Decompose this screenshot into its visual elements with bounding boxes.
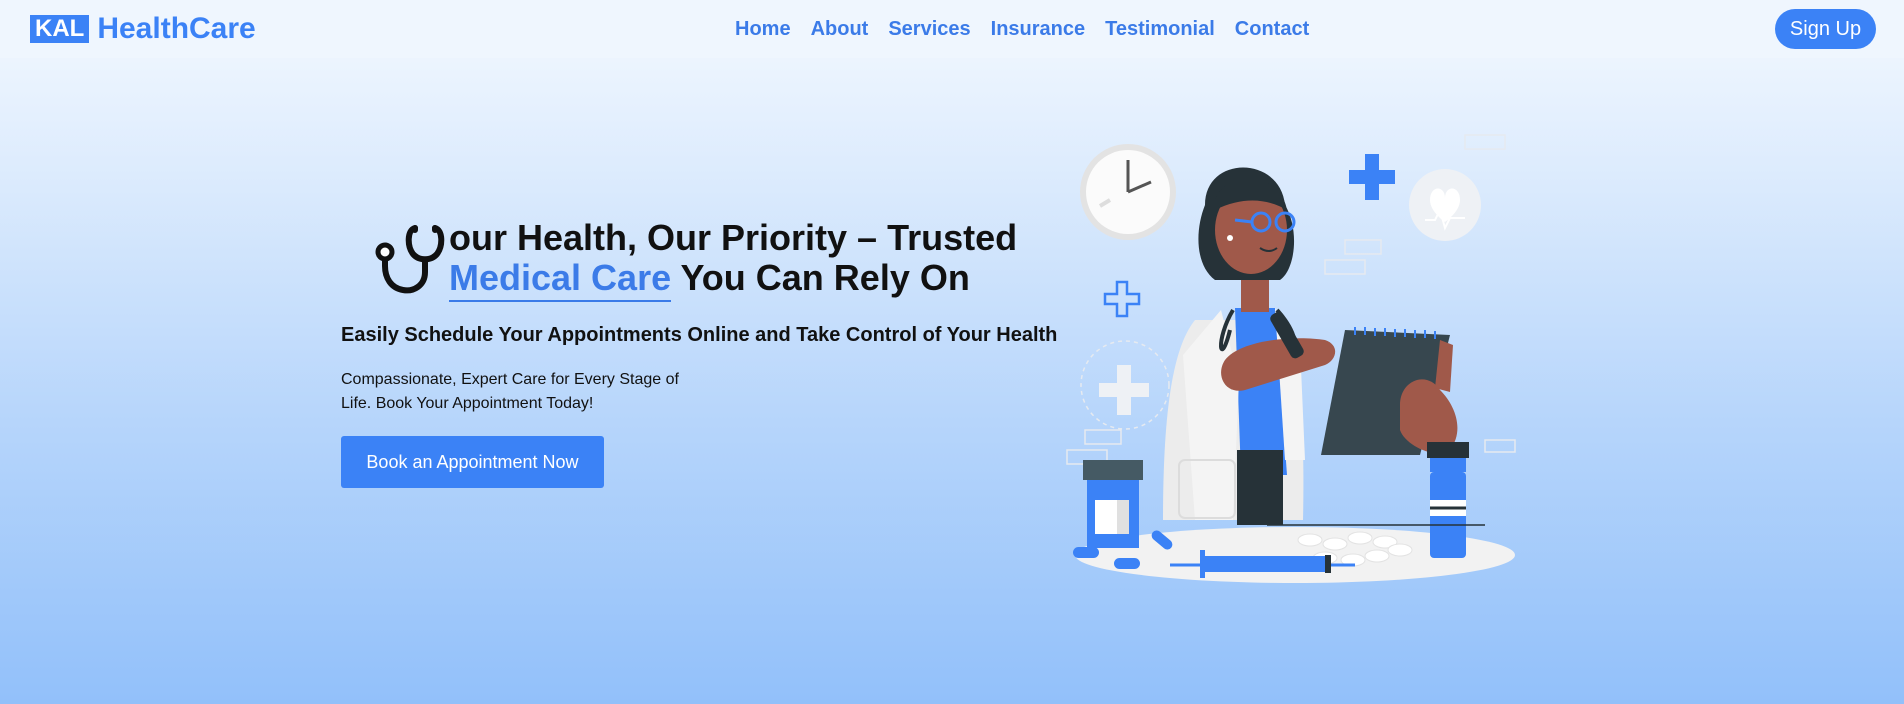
- nav-link-home[interactable]: Home: [735, 17, 791, 41]
- nav-link-insurance[interactable]: Insurance: [991, 17, 1085, 41]
- nav-link-contact[interactable]: Contact: [1235, 17, 1309, 41]
- brand-name: HealthCare: [97, 12, 256, 45]
- sign-up-button[interactable]: Sign Up: [1775, 9, 1876, 49]
- hero-title-line1: our Health, Our Priority – Trusted: [449, 217, 1018, 258]
- brand-badge: KAL: [30, 15, 90, 43]
- nav-link-testimonial[interactable]: Testimonial: [1105, 17, 1215, 41]
- doctor-illustration: [1066, 134, 1516, 583]
- hero-title-accent: Medical Care: [449, 257, 672, 302]
- top-navbar: KAL HealthCare Home About Services Insur…: [0, 0, 1904, 58]
- hero-title: our Health, Our Priority – Trusted Medic…: [449, 217, 1018, 302]
- hero-description: Compassionate, Expert Care for Every Sta…: [341, 371, 679, 412]
- nav-link-about[interactable]: About: [811, 17, 869, 41]
- brand-logo[interactable]: KAL HealthCare: [30, 14, 256, 44]
- hero-title-line2: You Can Rely On: [671, 257, 970, 298]
- hero-subtitle: Easily Schedule Your Appointments Online…: [341, 324, 1058, 346]
- stethoscope-icon: [375, 225, 445, 294]
- nav-link-services[interactable]: Services: [888, 17, 970, 41]
- main-nav: Home About Services Insurance Testimonia…: [735, 17, 1309, 41]
- book-appointment-button[interactable]: Book an Appointment Now: [341, 436, 604, 488]
